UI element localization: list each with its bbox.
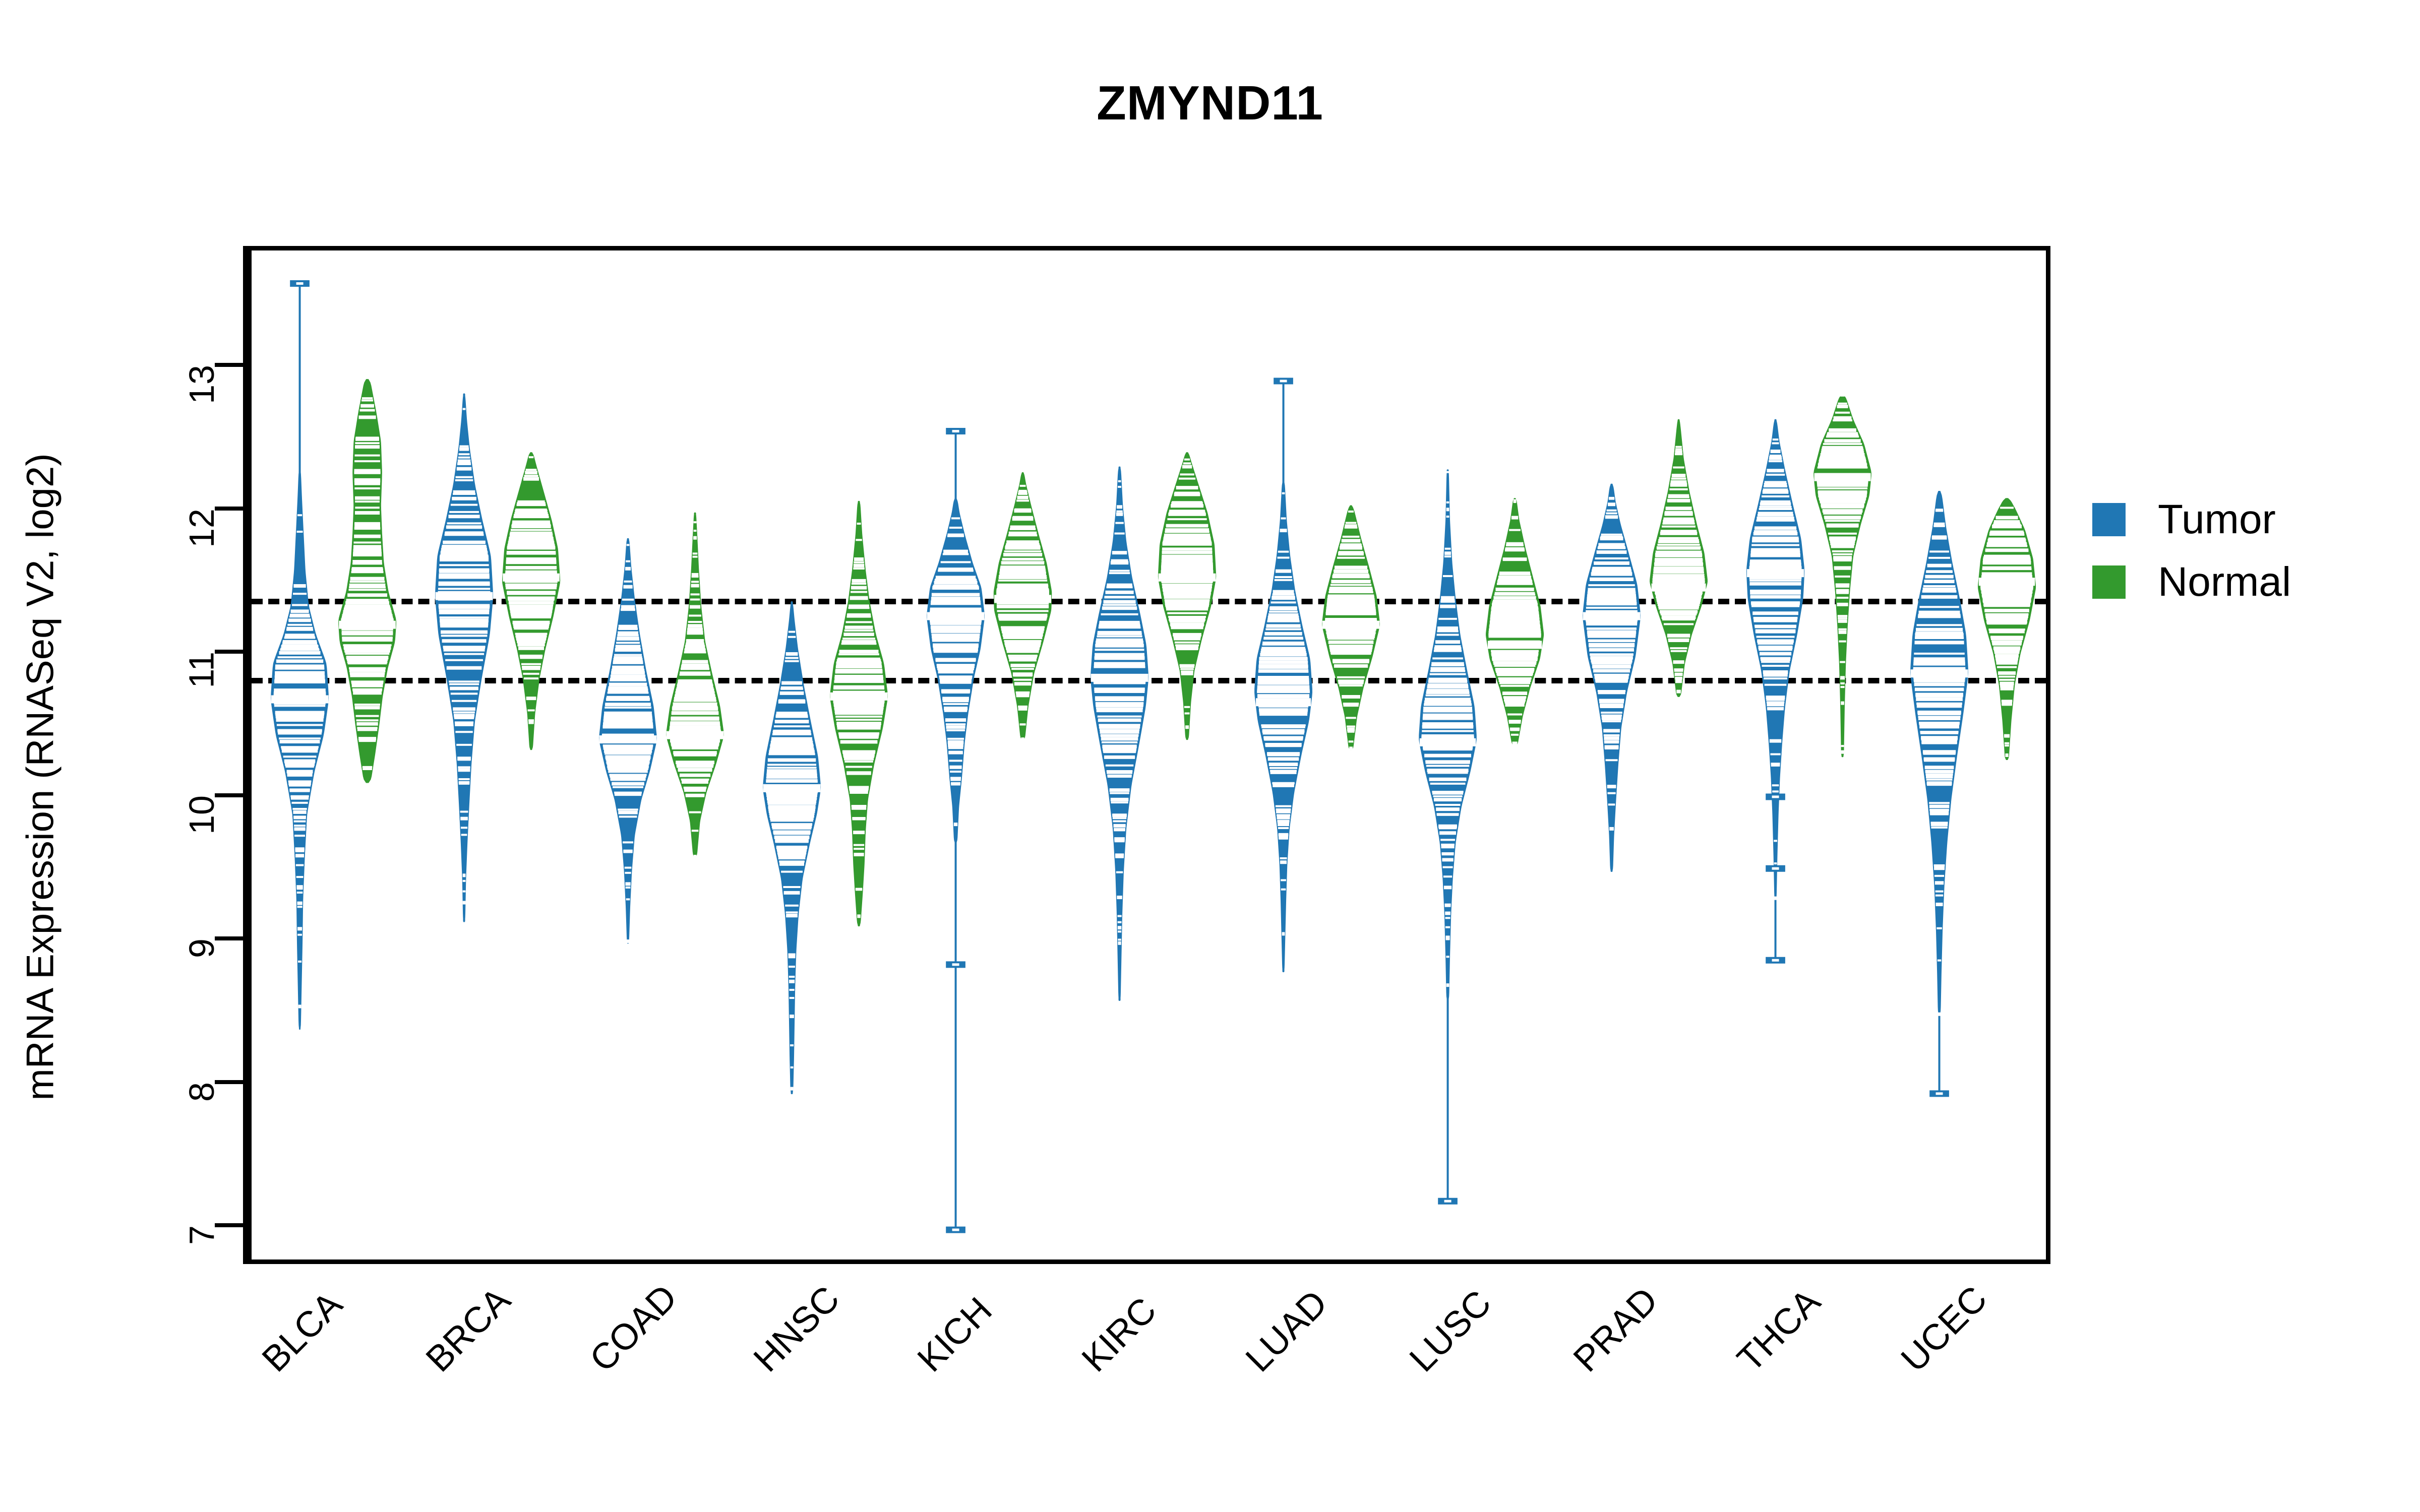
x-axis-tick-label-luad: LUAD: [1238, 1282, 1335, 1380]
violin-coad-normal[interactable]: [646, 250, 744, 1259]
x-axis-tick-label-kirc: KIRC: [1074, 1290, 1164, 1380]
y-axis-tick-label: 8: [182, 1082, 221, 1102]
square-swatch: [2092, 503, 2126, 536]
x-axis-tick-label-blca: BLCA: [254, 1284, 350, 1380]
x-axis-tick-label-hnsc: HNSC: [746, 1278, 848, 1380]
violin-thca-normal[interactable]: [1793, 250, 1892, 1259]
square-swatch: [2092, 565, 2126, 599]
plot-area: [247, 246, 2050, 1264]
violin-blca-normal[interactable]: [318, 250, 416, 1259]
legend-item-normal[interactable]: Normal: [2092, 561, 2291, 603]
y-axis-title: mRNA Expression (RNASeq V2, log2): [19, 453, 62, 1101]
violin-brca-normal[interactable]: [482, 250, 580, 1259]
plot-inner: [252, 250, 2046, 1259]
legend-item-label: Tumor: [2158, 496, 2276, 542]
y-axis-tick-label: 11: [182, 652, 221, 688]
x-axis-tick-label-thca: THCA: [1729, 1281, 1829, 1380]
x-axis-tick-label-prad: PRAD: [1565, 1280, 1666, 1380]
violin-kirc-normal[interactable]: [1138, 250, 1236, 1259]
legend: Tumor Normal: [2092, 499, 2291, 624]
y-axis-tick-label: 10: [182, 795, 221, 835]
x-axis-tick-label-lusc: LUSC: [1402, 1282, 1499, 1380]
violin-hnsc-normal[interactable]: [810, 250, 908, 1259]
x-axis-tick-label-ucec: UCEC: [1894, 1278, 1995, 1380]
legend-item-tumor[interactable]: Tumor: [2092, 499, 2291, 540]
page-title: ZMYND11: [1097, 76, 1323, 130]
violin-luad-normal[interactable]: [1302, 250, 1400, 1259]
legend-item-label: Normal: [2158, 559, 2291, 605]
x-axis-tick-label-coad: COAD: [582, 1277, 685, 1380]
violin-lusc-normal[interactable]: [1466, 250, 1564, 1259]
x-axis-tick-label-brca: BRCA: [418, 1280, 518, 1380]
y-axis-tick-label: 9: [182, 938, 221, 959]
y-axis-tick-label: 13: [182, 365, 221, 405]
y-axis-tick-label: 12: [182, 508, 221, 548]
violin-prad-normal[interactable]: [1629, 250, 1728, 1259]
violin-ucec-normal[interactable]: [1958, 250, 2046, 1259]
chart-root: ZMYND11 mRNA Expression (RNASeq V2, log2…: [0, 0, 2420, 1512]
y-axis-tick-label: 7: [182, 1225, 221, 1245]
x-axis-tick-label-kich: KICH: [910, 1290, 1000, 1380]
violin-kich-normal[interactable]: [974, 250, 1072, 1259]
